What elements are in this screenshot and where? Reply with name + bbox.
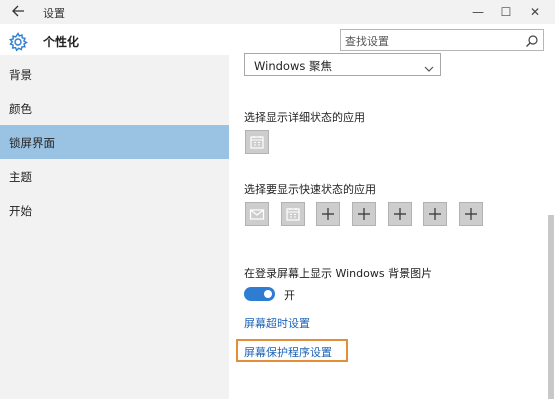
plus-icon bbox=[358, 208, 370, 220]
screensaver-settings-link[interactable]: 屏幕保护程序设置 bbox=[244, 344, 332, 360]
sidebar-item-lock-screen[interactable]: 锁屏界面 bbox=[0, 125, 229, 159]
plus-icon bbox=[429, 208, 441, 220]
sidebar: 背景 颜色 锁屏界面 主题 开始 bbox=[0, 55, 229, 399]
sidebar-item-label: 开始 bbox=[9, 204, 32, 218]
toggle-state-label: 开 bbox=[284, 289, 295, 302]
sidebar-item-background[interactable]: 背景 bbox=[0, 57, 229, 91]
plus-icon bbox=[322, 208, 334, 220]
sidebar-item-start[interactable]: 开始 bbox=[0, 193, 229, 227]
calendar-icon bbox=[286, 208, 300, 221]
sidebar-item-label: 背景 bbox=[9, 68, 32, 82]
plus-icon bbox=[465, 208, 477, 220]
maximize-button[interactable]: ☐ bbox=[498, 4, 514, 20]
sidebar-item-label: 主题 bbox=[9, 170, 32, 184]
background-dropdown[interactable]: Windows 聚焦 bbox=[244, 53, 441, 76]
minimize-button[interactable]: — bbox=[470, 4, 486, 20]
sidebar-item-label: 锁屏界面 bbox=[9, 136, 55, 150]
quick-status-tile-calendar[interactable] bbox=[281, 202, 305, 226]
search-placeholder: 查找设置 bbox=[345, 35, 389, 48]
back-arrow-icon[interactable] bbox=[10, 4, 26, 20]
quick-status-tile-add[interactable] bbox=[459, 202, 483, 226]
detailed-status-label: 选择显示详细状态的应用 bbox=[244, 111, 365, 124]
scrollbar-thumb[interactable] bbox=[548, 215, 554, 399]
quick-status-tile-add[interactable] bbox=[388, 202, 412, 226]
quick-status-tile-add[interactable] bbox=[352, 202, 376, 226]
toggle-knob bbox=[264, 290, 272, 298]
plus-icon bbox=[394, 208, 406, 220]
chevron-down-icon bbox=[424, 59, 434, 72]
quick-status-tile-add[interactable] bbox=[423, 202, 447, 226]
mail-icon bbox=[249, 209, 265, 220]
show-background-toggle[interactable] bbox=[244, 287, 275, 301]
search-icon[interactable] bbox=[525, 33, 539, 47]
screen-timeout-settings-link[interactable]: 屏幕超时设置 bbox=[244, 315, 310, 331]
calendar-icon bbox=[250, 136, 264, 149]
quick-status-tile-add[interactable] bbox=[316, 202, 340, 226]
gear-icon bbox=[8, 32, 28, 52]
sidebar-item-themes[interactable]: 主题 bbox=[0, 159, 229, 193]
quick-status-label: 选择要显示快速状态的应用 bbox=[244, 183, 376, 196]
dropdown-value: Windows 聚焦 bbox=[254, 59, 332, 73]
close-button[interactable]: ✕ bbox=[527, 4, 543, 20]
page-title: 个性化 bbox=[43, 35, 80, 49]
title-bar: 设置 — ☐ ✕ bbox=[0, 0, 555, 24]
sidebar-item-label: 颜色 bbox=[9, 102, 32, 116]
quick-status-tile-mail[interactable] bbox=[245, 202, 269, 226]
search-input[interactable]: 查找设置 bbox=[340, 29, 544, 51]
detailed-status-tile[interactable] bbox=[245, 130, 269, 154]
window-title: 设置 bbox=[43, 7, 65, 20]
show-background-label: 在登录屏幕上显示 Windows 背景图片 bbox=[244, 267, 433, 280]
sidebar-item-colors[interactable]: 颜色 bbox=[0, 91, 229, 125]
